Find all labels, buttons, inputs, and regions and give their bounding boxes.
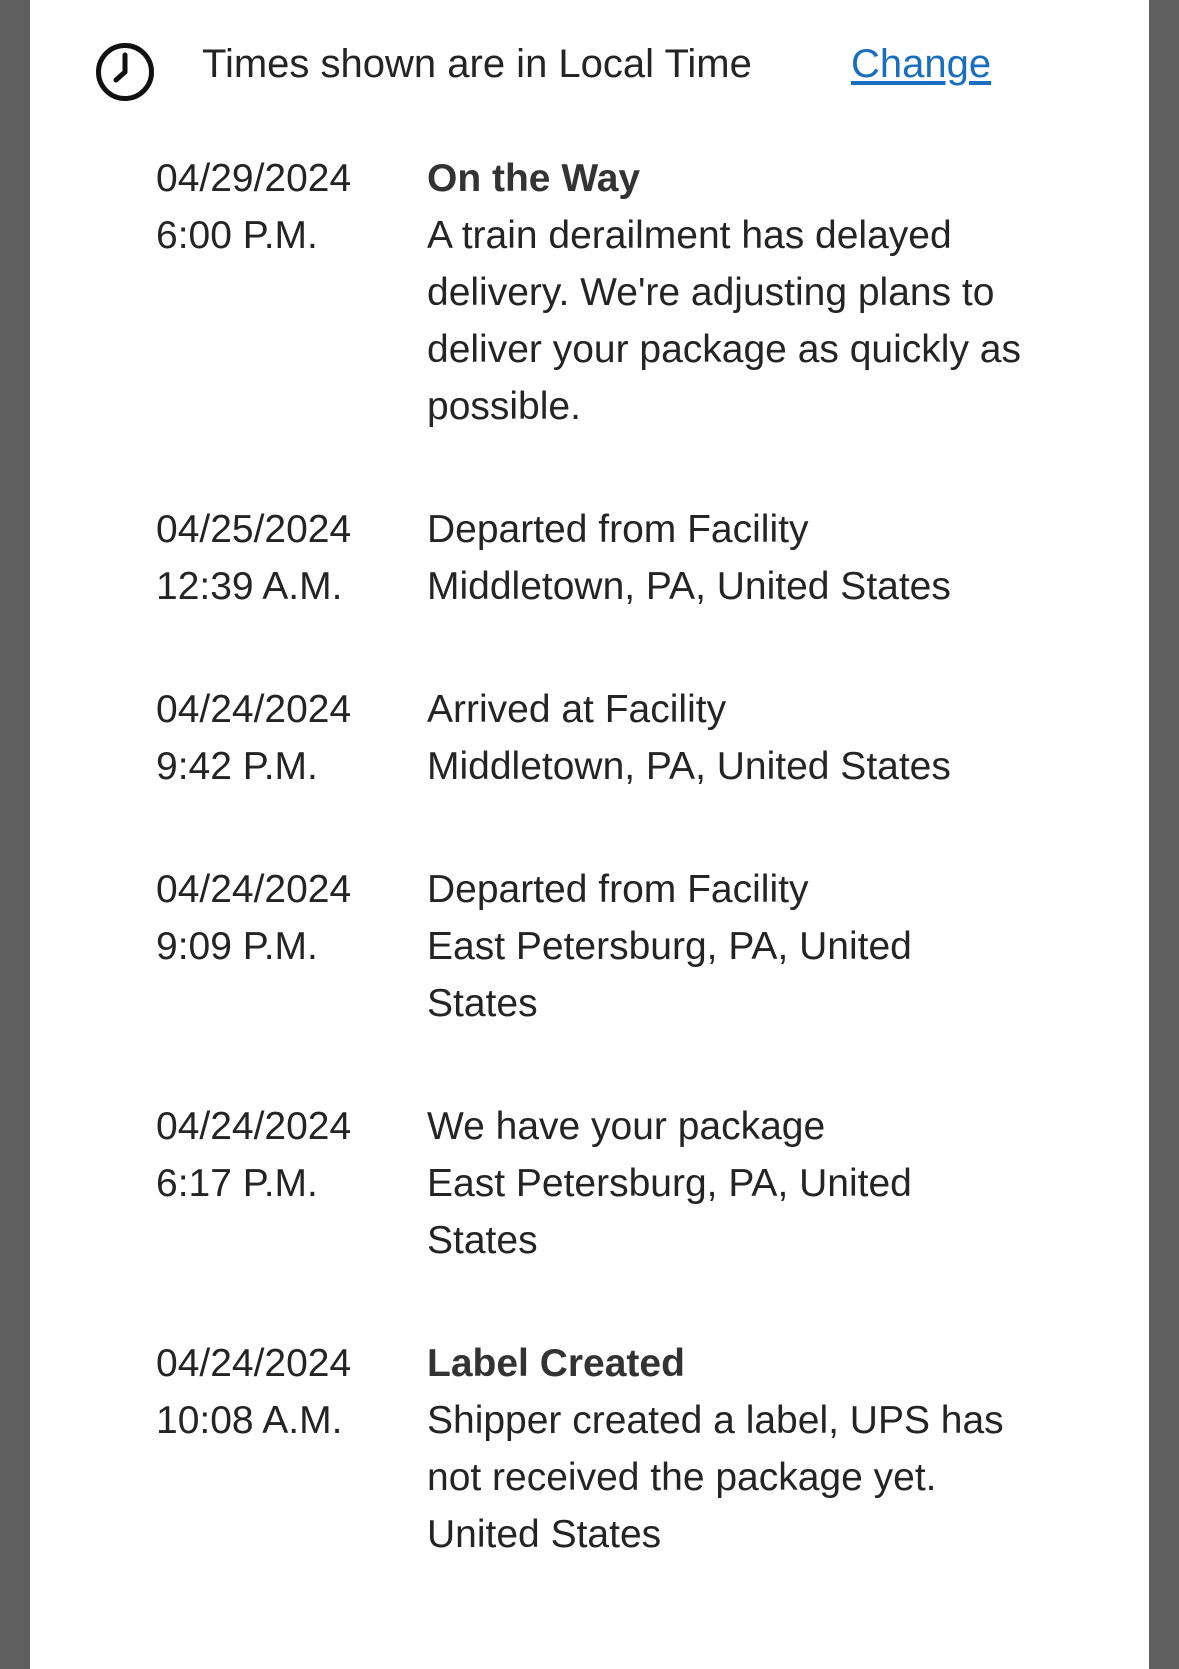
tracking-history-panel: Times shown are in Local Time Change 04/… bbox=[30, 0, 1149, 1669]
event-status: Departed from Facility bbox=[427, 508, 809, 551]
event-time: 9:09 P.M. bbox=[156, 925, 318, 968]
event-datetime: 04/24/2024 10:08 A.M. bbox=[156, 1335, 427, 1449]
event-status: We have your package bbox=[427, 1105, 826, 1148]
event-details: Label Created Shipper created a label, U… bbox=[427, 1335, 1027, 1563]
event-datetime: 04/24/2024 6:17 P.M. bbox=[156, 1098, 427, 1212]
event-details: Departed from Facility East Petersburg, … bbox=[427, 861, 1027, 1032]
change-timezone-link[interactable]: Change bbox=[851, 40, 991, 88]
event-time: 9:42 P.M. bbox=[156, 745, 318, 788]
tracking-event: 04/24/2024 6:17 P.M. We have your packag… bbox=[156, 1098, 1056, 1269]
event-status: On the Way bbox=[427, 157, 641, 200]
event-date: 04/24/2024 bbox=[156, 868, 352, 911]
timezone-row: Times shown are in Local Time Change bbox=[30, 0, 1149, 130]
event-location: East Petersburg, PA, United States bbox=[427, 925, 912, 1025]
tracking-events-list: 04/29/2024 6:00 P.M. On the Way A train … bbox=[156, 150, 1056, 1563]
event-details: Arrived at Facility Middletown, PA, Unit… bbox=[427, 681, 1027, 795]
clock-icon bbox=[94, 41, 156, 103]
event-location: United States bbox=[427, 1513, 662, 1556]
event-datetime: 04/24/2024 9:09 P.M. bbox=[156, 861, 427, 975]
event-date: 04/24/2024 bbox=[156, 688, 352, 731]
event-datetime: 04/24/2024 9:42 P.M. bbox=[156, 681, 427, 795]
event-time: 6:17 P.M. bbox=[156, 1162, 318, 1205]
timezone-notice: Times shown are in Local Time bbox=[202, 42, 752, 86]
event-location: East Petersburg, PA, United States bbox=[427, 1162, 912, 1262]
event-details: On the Way A train derailment has delaye… bbox=[427, 150, 1027, 435]
event-date: 04/25/2024 bbox=[156, 508, 352, 551]
event-description: A train derailment has delayed delivery.… bbox=[427, 214, 1021, 428]
tracking-event: 04/24/2024 10:08 A.M. Label Created Ship… bbox=[156, 1335, 1056, 1563]
event-status: Label Created bbox=[427, 1342, 685, 1385]
event-date: 04/29/2024 bbox=[156, 157, 352, 200]
tracking-event: 04/24/2024 9:09 P.M. Departed from Facil… bbox=[156, 861, 1056, 1032]
event-status: Departed from Facility bbox=[427, 868, 809, 911]
tracking-event: 04/24/2024 9:42 P.M. Arrived at Facility… bbox=[156, 681, 1056, 795]
event-location: Middletown, PA, United States bbox=[427, 565, 951, 608]
tracking-event: 04/25/2024 12:39 A.M. Departed from Faci… bbox=[156, 501, 1056, 615]
event-date: 04/24/2024 bbox=[156, 1342, 352, 1385]
event-time: 6:00 P.M. bbox=[156, 214, 318, 257]
event-time: 10:08 A.M. bbox=[156, 1399, 343, 1442]
event-details: Departed from Facility Middletown, PA, U… bbox=[427, 501, 1027, 615]
event-datetime: 04/25/2024 12:39 A.M. bbox=[156, 501, 427, 615]
event-details: We have your package East Petersburg, PA… bbox=[427, 1098, 1027, 1269]
event-datetime: 04/29/2024 6:00 P.M. bbox=[156, 150, 427, 264]
event-date: 04/24/2024 bbox=[156, 1105, 352, 1148]
event-time: 12:39 A.M. bbox=[156, 565, 343, 608]
tracking-event: 04/29/2024 6:00 P.M. On the Way A train … bbox=[156, 150, 1056, 435]
event-status: Arrived at Facility bbox=[427, 688, 727, 731]
event-description: Shipper created a label, UPS has not rec… bbox=[427, 1399, 1004, 1499]
event-location: Middletown, PA, United States bbox=[427, 745, 951, 788]
